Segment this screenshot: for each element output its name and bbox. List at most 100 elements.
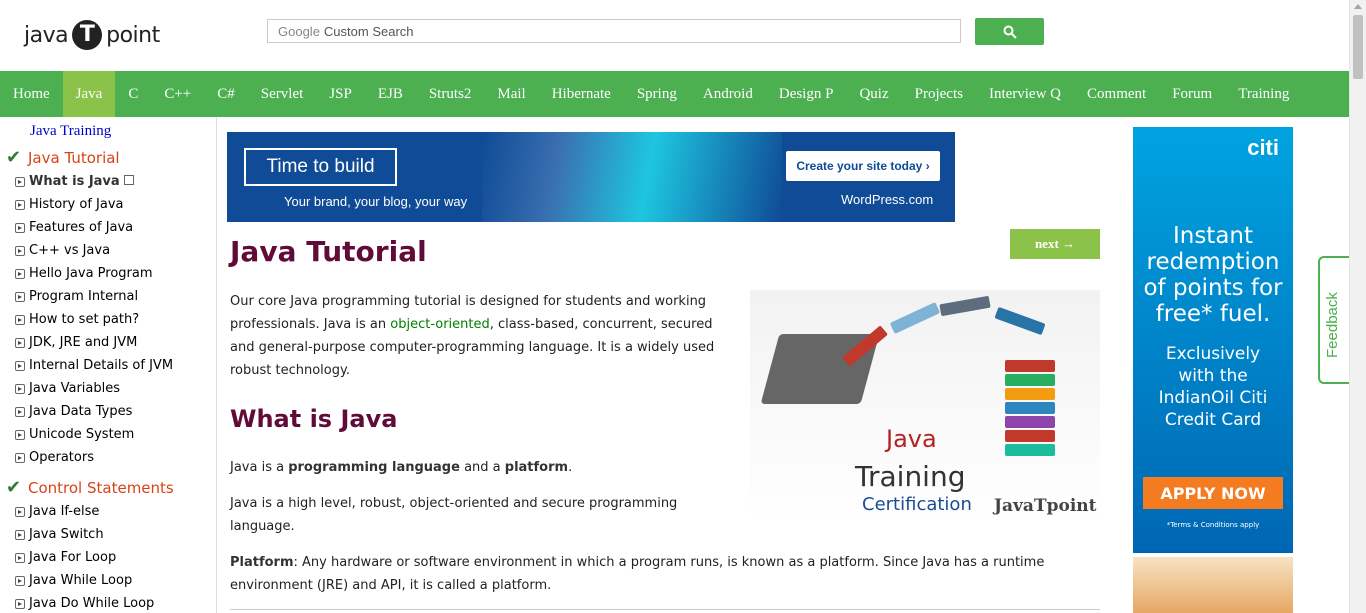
sidebar-item[interactable]: Internal Details of JVM [15, 358, 173, 373]
book-graphic [1005, 388, 1055, 400]
sidebar-item[interactable]: JDK, JRE and JVM [15, 335, 137, 350]
intro-text: , class-based, concurrent, secured [489, 317, 713, 332]
search-input[interactable]: Google Custom Search [267, 19, 961, 43]
nav-item-training[interactable]: Training [1225, 71, 1302, 117]
citi-ad-terms: *Terms & Conditions apply [1166, 521, 1260, 529]
para-line: Java is a high level, robust, object-ori… [230, 496, 678, 511]
sidebar-item[interactable]: Java Do While Loop [15, 596, 154, 611]
sidebar-section-control-statements[interactable]: ✔ Control Statements [6, 477, 174, 498]
scrollbar-thumb[interactable] [1353, 15, 1363, 79]
sidebar-section-java-tutorial[interactable]: ✔ Java Tutorial [6, 147, 120, 168]
sidebar-item-label: Java Data Types [29, 404, 133, 419]
nav-item-quiz[interactable]: Quiz [846, 71, 901, 117]
arrow-box-icon [15, 268, 25, 279]
sidebar-item[interactable]: Operators [15, 450, 94, 465]
para-text: Java is a [230, 460, 289, 475]
nav-item-interview-q[interactable]: Interview Q [976, 71, 1074, 117]
nav-item-ejb[interactable]: EJB [365, 71, 416, 117]
nav-item-hibernate[interactable]: Hibernate [539, 71, 624, 117]
search-brand: Google [278, 23, 320, 39]
next-button[interactable]: next → [1010, 229, 1100, 259]
sidebar-item-label: Java Do While Loop [29, 596, 155, 611]
logo-text-point: point [106, 22, 160, 48]
nav-item-c[interactable]: C++ [151, 71, 204, 117]
sidebar-item[interactable]: History of Java [15, 197, 124, 212]
sidebar-item[interactable]: Java Switch [15, 527, 104, 542]
book-graphic [1005, 444, 1055, 456]
book-graphic [889, 301, 941, 335]
nav-item-mail[interactable]: Mail [484, 71, 538, 117]
arrow-box-icon [15, 452, 25, 463]
para-text: . [568, 460, 573, 475]
citi-sub-line: Credit Card [1164, 410, 1262, 430]
sidebar-item[interactable]: Unicode System [15, 427, 134, 442]
sidebar-item-label: Program Internal [29, 289, 139, 304]
sidebar-item[interactable]: How to set path? [15, 312, 139, 327]
java-training-image[interactable]: Java Training Certification JavaTpoint [750, 290, 1100, 523]
site-logo[interactable]: java T point [24, 19, 160, 51]
nav-item-c[interactable]: C# [204, 71, 248, 117]
sidebar-item-label: Java If-else [29, 504, 100, 519]
arrow-box-icon [15, 314, 25, 325]
nav-item-servlet[interactable]: Servlet [248, 71, 317, 117]
sidebar-item[interactable]: Features of Java [15, 220, 133, 235]
nav-item-design-p[interactable]: Design P [766, 71, 847, 117]
ad-headline: Time to build [244, 148, 397, 186]
sidebar-item-label: What is Java [29, 174, 120, 189]
para-high-level: Java is a high level, robust, object-ori… [230, 492, 677, 538]
feedback-label: Feedback [1324, 292, 1341, 358]
intro-text: professionals. Java is an [230, 317, 391, 332]
nav-item-home[interactable]: Home [0, 71, 63, 117]
sidebar-item-label: Unicode System [29, 427, 135, 442]
divider [230, 609, 1100, 610]
arrow-box-icon [15, 506, 25, 517]
main-nav: Home Java C C++ C# Servlet JSP EJB Struts2 Mail Hi… [0, 71, 1349, 117]
citi-ad[interactable]: citi Instant redemption of points for free*… [1133, 127, 1293, 553]
logo-t-icon: T [72, 20, 103, 50]
sidebar-section-label: Control Statements [28, 478, 174, 497]
wordpress-ad-banner[interactable]: Time to build Your brand, your blog, you… [227, 132, 955, 222]
para-text: and a [459, 460, 505, 475]
arrow-box-icon [15, 552, 25, 563]
nav-item-forum[interactable]: Forum [1159, 71, 1225, 117]
arrow-box-icon [15, 176, 25, 187]
object-oriented-link[interactable]: object-oriented [390, 317, 490, 332]
nav-item-c[interactable]: C [115, 71, 151, 117]
nav-item-comment[interactable]: Comment [1074, 71, 1159, 117]
book-graphic [939, 295, 991, 317]
nav-item-android[interactable]: Android [690, 71, 766, 117]
arrow-box-icon [15, 529, 25, 540]
search-button[interactable] [975, 18, 1044, 45]
sidebar-item[interactable]: Java For Loop [15, 550, 116, 565]
sidebar-item[interactable]: What is Java [15, 174, 134, 189]
nav-item-jsp[interactable]: JSP [316, 71, 365, 117]
nav-item-struts2[interactable]: Struts2 [416, 71, 485, 117]
site-header: java T point Google Custom Search [0, 0, 1349, 71]
sidebar-item[interactable]: Java Variables [15, 381, 120, 396]
section-title: What is Java [230, 405, 398, 433]
hero-java-text: Java [886, 425, 937, 453]
page: java T point Google Custom Search Home Ja… [0, 0, 1366, 613]
sidebar-item[interactable]: Java Data Types [15, 404, 132, 419]
sidebar-item[interactable]: Hello Java Program [15, 266, 153, 281]
book-graphic [1005, 374, 1055, 386]
checkmark-icon: ✔ [6, 147, 22, 168]
citi-headline-line: of points for [1143, 275, 1283, 301]
sidebar-item[interactable]: Java While Loop [15, 573, 132, 588]
sidebar-item[interactable]: C++ vs Java [15, 243, 110, 258]
feedback-tab[interactable]: Feedback [1318, 256, 1349, 384]
ad-cta-button[interactable]: Create your site today › [786, 151, 940, 181]
sidebar-item[interactable]: Java If-else [15, 504, 99, 519]
page-scrollbar[interactable] [1349, 0, 1366, 613]
nav-item-java[interactable]: Java [62, 71, 116, 117]
sidebar-item-label: How to set path? [29, 312, 140, 327]
sidebar-java-training-link[interactable]: Java Training [30, 123, 111, 140]
citi-headline-line: redemption [1146, 249, 1280, 275]
nav-item-projects[interactable]: Projects [902, 71, 976, 117]
apply-now-button[interactable]: APPLY NOW [1143, 477, 1283, 509]
secondary-ad-image[interactable] [1133, 557, 1293, 613]
sidebar-item[interactable]: Program Internal [15, 289, 138, 304]
nav-item-spring[interactable]: Spring [624, 71, 690, 117]
scroll-up-icon[interactable] [1354, 4, 1362, 9]
citi-headline-line: free* fuel. [1155, 301, 1271, 327]
